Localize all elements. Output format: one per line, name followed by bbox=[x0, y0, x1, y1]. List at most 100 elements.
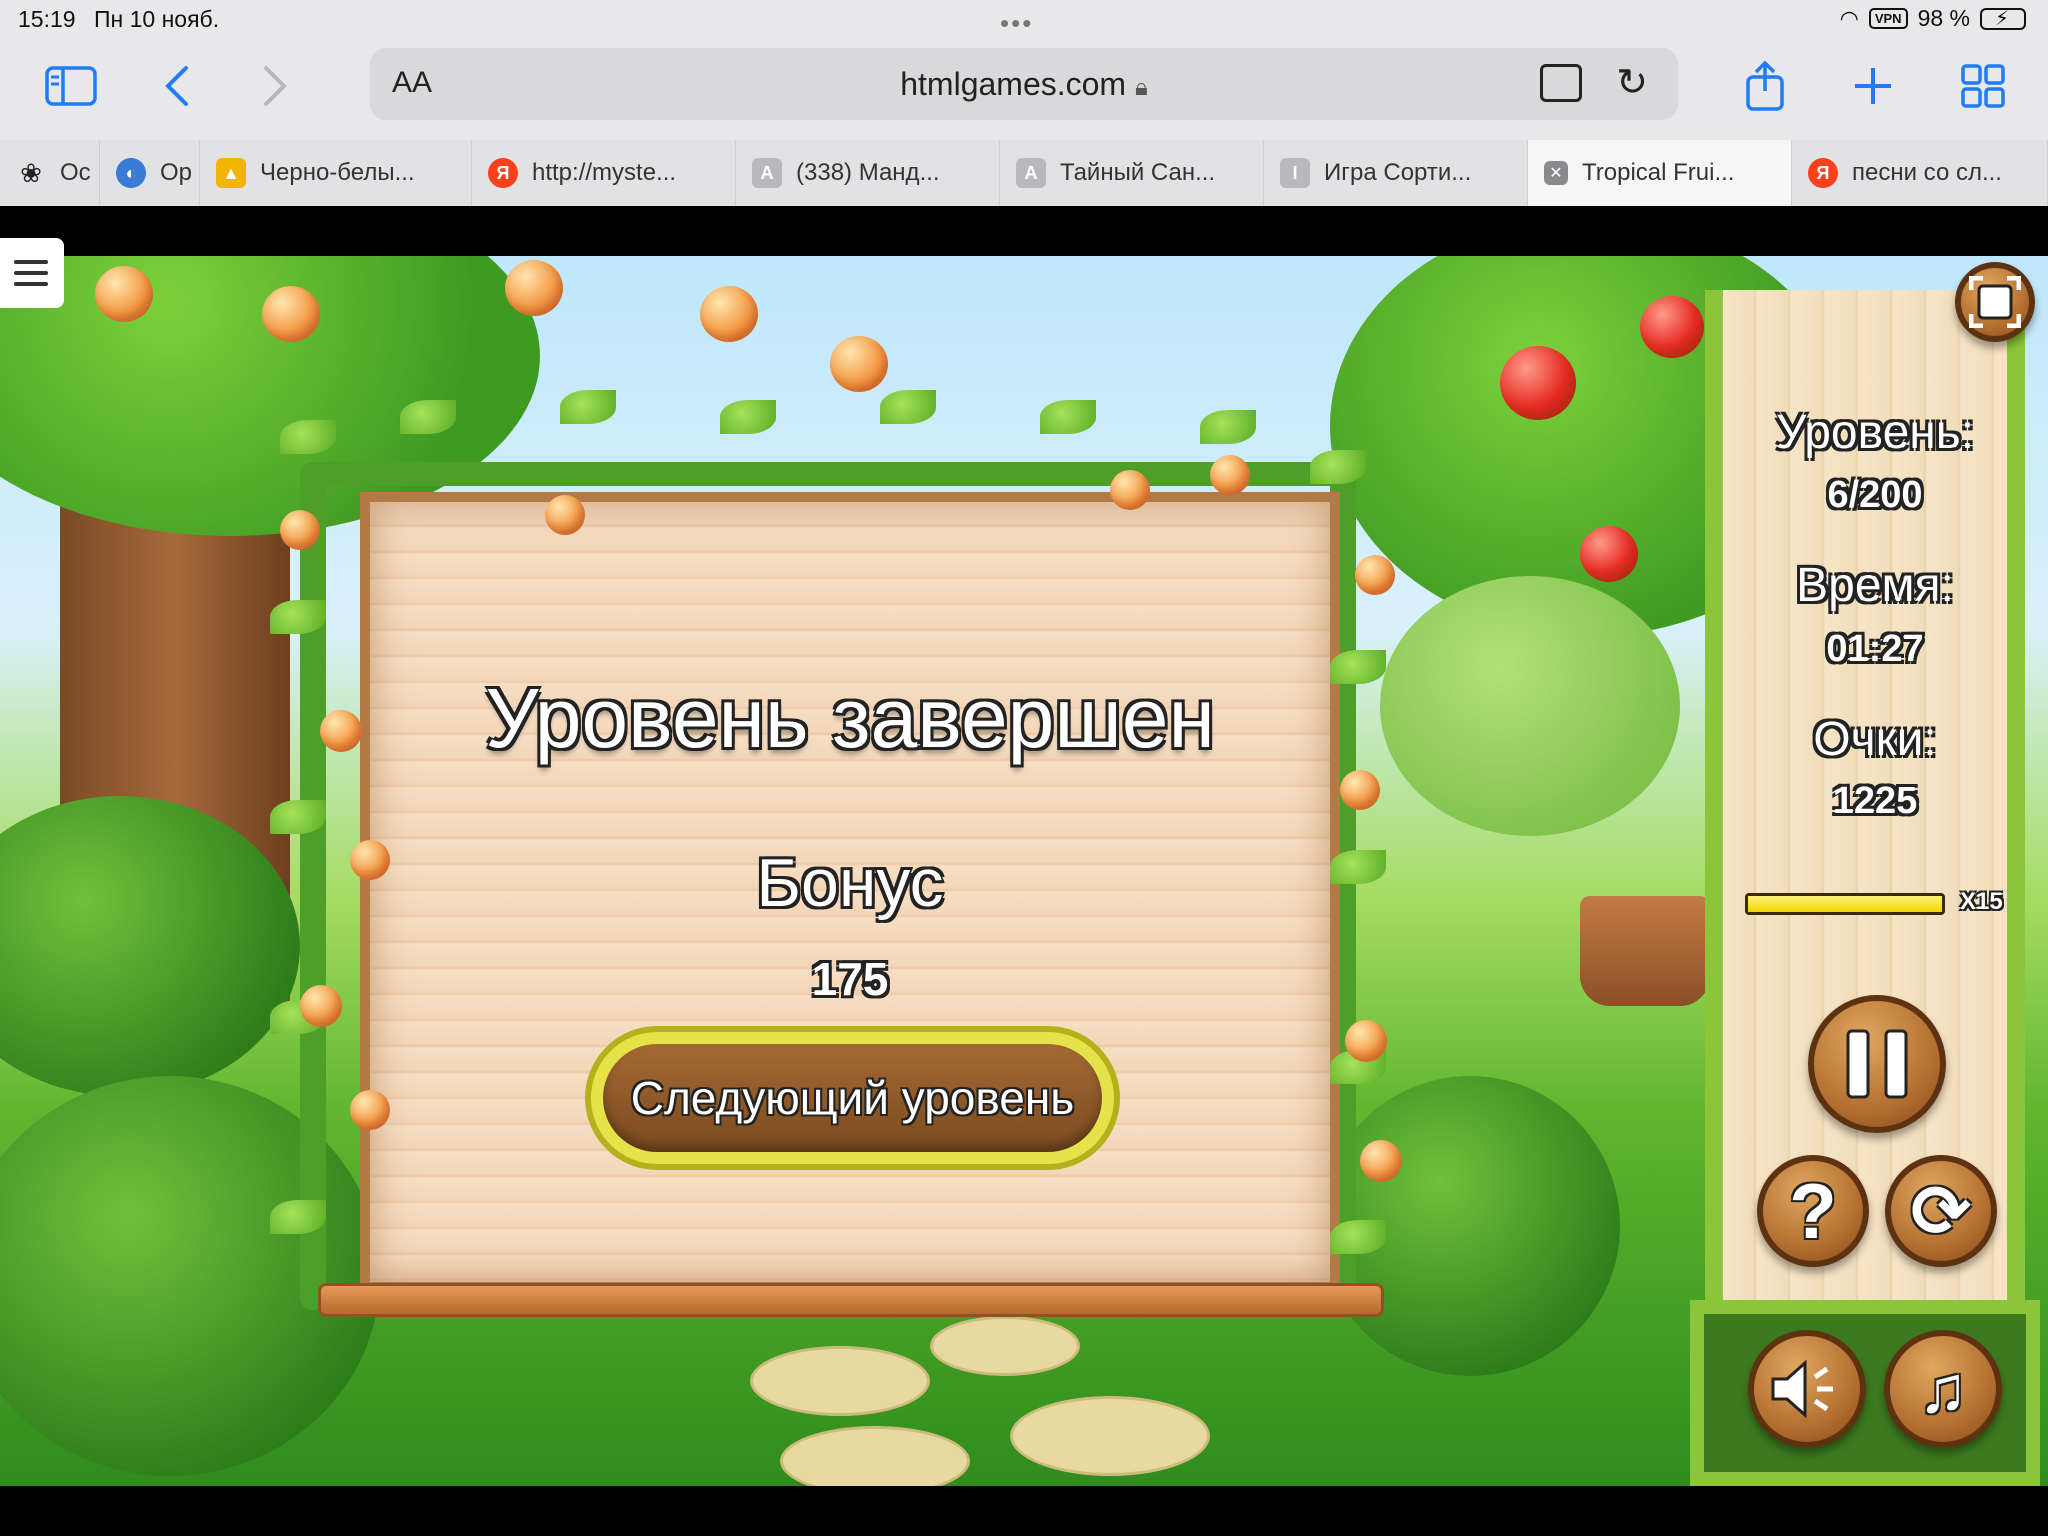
status-date: Пн 10 нояб. bbox=[94, 6, 220, 32]
status-right: ◠ VPN 98 % ⚡ bbox=[1840, 5, 2026, 32]
status-bar: 15:19 Пн 10 нояб. ••• ◠ VPN 98 % ⚡ bbox=[0, 0, 2048, 40]
pause-icon[interactable] bbox=[1808, 995, 1946, 1133]
bottom-letterbox bbox=[0, 1486, 2048, 1536]
path-stone bbox=[750, 1346, 930, 1416]
address-bar[interactable]: AA htmlgames.com 🔒︎ ↻ bbox=[370, 48, 1678, 120]
score-label: Очки: bbox=[1813, 713, 1937, 766]
a-icon: A bbox=[1016, 158, 1046, 188]
vpn-badge: VPN bbox=[1868, 8, 1908, 29]
lock-icon: 🔒︎ bbox=[1134, 74, 1148, 101]
new-tab-icon[interactable] bbox=[1842, 58, 1904, 114]
apple bbox=[1360, 1140, 1402, 1182]
board-shelf bbox=[318, 1283, 1384, 1317]
leaf bbox=[1040, 400, 1096, 434]
level-complete-title: Уровень завершен bbox=[485, 671, 1215, 765]
menu-button[interactable] bbox=[0, 238, 64, 308]
yandex-icon: Я bbox=[488, 158, 518, 188]
side-panel bbox=[1705, 290, 2025, 1450]
paw-icon: ❀ bbox=[16, 158, 46, 188]
apple bbox=[95, 266, 153, 322]
battery-percent: 98 % bbox=[1917, 5, 1970, 31]
sidebar-toggle-icon[interactable] bbox=[40, 58, 102, 114]
reader-icon[interactable] bbox=[1540, 64, 1582, 102]
tab-item[interactable]: ◐ Op bbox=[100, 140, 200, 206]
apple-basket bbox=[1580, 896, 1710, 1006]
leaf bbox=[560, 390, 616, 424]
close-icon[interactable]: ✕ bbox=[1544, 161, 1568, 185]
apple bbox=[280, 510, 320, 550]
fullscreen-icon[interactable] bbox=[1955, 262, 2035, 342]
next-level-button[interactable]: Следующий уровень bbox=[585, 1026, 1120, 1170]
leaf bbox=[1330, 1220, 1386, 1254]
apple bbox=[1340, 770, 1380, 810]
apple bbox=[262, 286, 320, 342]
reload-icon[interactable]: ↻ bbox=[1616, 60, 1648, 105]
path-stone bbox=[1010, 1396, 1210, 1476]
forward-icon[interactable] bbox=[244, 58, 306, 114]
apple bbox=[545, 495, 585, 535]
back-icon[interactable] bbox=[146, 58, 208, 114]
browser-toolbar: AA htmlgames.com 🔒︎ ↻ bbox=[0, 44, 2048, 140]
tab-item[interactable]: ▲ Черно-белы... bbox=[200, 140, 472, 206]
apple bbox=[1355, 555, 1395, 595]
level-label: Уровень: bbox=[1775, 406, 1975, 459]
help-icon[interactable]: ? bbox=[1757, 1155, 1869, 1267]
leaf bbox=[720, 400, 776, 434]
tab-overview-icon[interactable] bbox=[1952, 58, 2014, 114]
bonus-label: Бонус bbox=[756, 845, 944, 921]
tab-item[interactable]: Япесни со сл... bbox=[1792, 140, 2048, 206]
tab-item[interactable]: A Тайный Сан... bbox=[1000, 140, 1264, 206]
apple bbox=[1580, 526, 1638, 582]
score-value: 1225 bbox=[1832, 780, 1918, 822]
browser-chrome: 15:19 Пн 10 нояб. ••• ◠ VPN 98 % ⚡ AA ht… bbox=[0, 0, 2048, 206]
apple bbox=[320, 710, 362, 752]
apple bbox=[1640, 296, 1704, 358]
apple bbox=[1110, 470, 1150, 510]
tab-item[interactable]: I Игра Сорти... bbox=[1264, 140, 1528, 206]
apple bbox=[505, 260, 563, 316]
leaf bbox=[270, 600, 326, 634]
music-note-icon[interactable]: ♫ bbox=[1884, 1330, 2002, 1448]
multiplier-label: X15 bbox=[1960, 888, 2003, 915]
tab-item-active[interactable]: ✕ Tropical Frui... bbox=[1528, 140, 1792, 206]
time-label: Время: bbox=[1796, 559, 1954, 612]
url-text: htmlgames.com 🔒︎ bbox=[900, 66, 1148, 102]
leaf bbox=[280, 420, 336, 454]
tab-bar: ❀ Oc ◐ Op ▲ Черно-белы... Яhttp://myste... … bbox=[0, 140, 2048, 206]
leaf bbox=[880, 390, 936, 424]
apple bbox=[1345, 1020, 1387, 1062]
top-letterbox bbox=[0, 206, 2048, 256]
vine bbox=[300, 462, 1356, 486]
image-icon: ▲ bbox=[216, 158, 246, 188]
tab-item[interactable]: Яhttp://myste... bbox=[472, 140, 736, 206]
apple bbox=[1210, 455, 1250, 495]
wifi-icon: ◠ bbox=[1839, 5, 1859, 31]
apple bbox=[700, 286, 758, 342]
i-icon: I bbox=[1280, 158, 1310, 188]
restart-icon[interactable]: ⟳ bbox=[1885, 1155, 1997, 1267]
multiplier-bar bbox=[1745, 893, 1945, 915]
apple bbox=[300, 985, 342, 1027]
leaf bbox=[400, 400, 456, 434]
apple bbox=[1500, 346, 1576, 420]
multitask-dots-icon[interactable]: ••• bbox=[1000, 8, 1033, 39]
path-stone bbox=[780, 1426, 970, 1486]
leaf bbox=[1200, 410, 1256, 444]
share-icon[interactable] bbox=[1734, 58, 1796, 114]
next-level-label: Следующий уровень bbox=[603, 1044, 1102, 1152]
tab-item[interactable]: A (338) Манд... bbox=[736, 140, 1000, 206]
apple bbox=[830, 336, 888, 392]
yandex-icon: Я bbox=[1808, 158, 1838, 188]
vine bbox=[300, 470, 326, 1310]
bush bbox=[1380, 576, 1680, 836]
status-time: 15:19 bbox=[18, 6, 76, 32]
battery-icon: ⚡ bbox=[1980, 7, 2026, 30]
leaf bbox=[1310, 450, 1366, 484]
speaker-icon[interactable] bbox=[1748, 1330, 1866, 1448]
time-value: 01:27 bbox=[1826, 628, 1924, 670]
a-icon: A bbox=[752, 158, 782, 188]
multiplier-bar-fill bbox=[1748, 896, 1942, 912]
leaf bbox=[270, 800, 326, 834]
level-value: 6/200 bbox=[1827, 474, 1923, 516]
tab-item[interactable]: ❀ Oc bbox=[0, 140, 100, 206]
